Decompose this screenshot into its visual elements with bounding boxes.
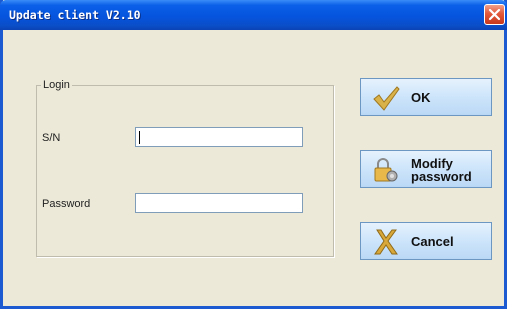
ok-button[interactable]: OK: [360, 78, 492, 116]
modify-button-label-line2: password: [411, 169, 472, 184]
close-icon: [488, 8, 501, 21]
cancel-button-label: Cancel: [411, 234, 454, 249]
sn-input[interactable]: [135, 127, 303, 147]
cancel-button[interactable]: Cancel: [360, 222, 492, 260]
password-input[interactable]: [135, 193, 303, 213]
x-icon: [374, 229, 398, 255]
modify-password-button[interactable]: Modify password: [360, 150, 492, 188]
login-group-legend: Login: [41, 79, 72, 91]
password-label: Password: [42, 198, 91, 210]
sn-label: S/N: [42, 132, 61, 144]
checkmark-icon: [373, 86, 400, 111]
window-title: Update client V2.10: [9, 8, 141, 22]
login-group: [36, 85, 334, 257]
ok-button-label: OK: [411, 90, 431, 105]
title-bar[interactable]: Update client V2.10: [0, 0, 507, 30]
text-caret: [139, 131, 140, 144]
close-button[interactable]: [484, 4, 505, 25]
lock-gear-icon: [374, 158, 398, 182]
update-client-window: Update client V2.10 Login S/N Password O…: [0, 0, 507, 309]
